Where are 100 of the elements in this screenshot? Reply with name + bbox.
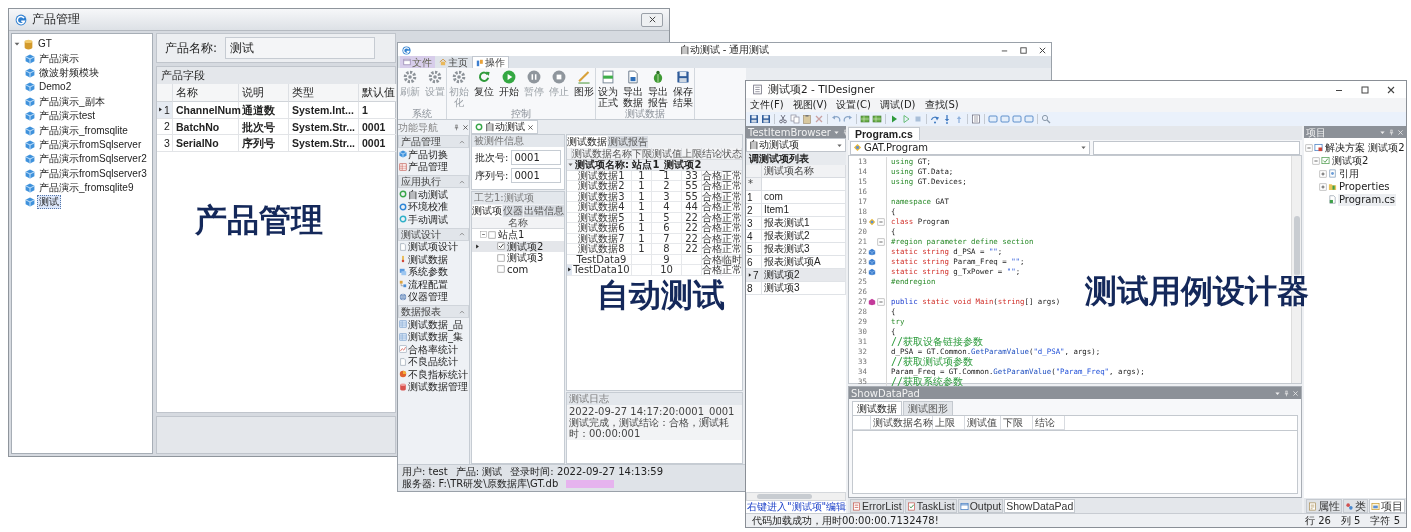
copy-icon[interactable] [790,114,800,124]
section-header[interactable]: 应用执行 [398,175,469,188]
table-cell[interactable]: com [762,191,846,204]
grid-icon[interactable] [872,114,882,124]
nav-item[interactable]: 系统参数 [398,265,469,278]
nav-item[interactable]: 自动测试 [398,188,469,201]
class-dropdown[interactable]: GAT.Program [850,140,1090,155]
clipboard-icon[interactable] [802,114,812,124]
step-into-icon[interactable] [942,114,952,124]
tree-item[interactable]: 产品演示_fromsqlite9 [37,181,136,196]
nav-item[interactable]: 环境校准 [398,200,469,213]
tree-item[interactable]: 站点1 [497,229,526,241]
undo-icon[interactable] [831,114,841,124]
tree-item[interactable]: 产品演示 [37,51,81,66]
caret-icon[interactable] [1274,389,1281,397]
tab[interactable]: 测试项 [472,205,502,217]
member-dropdown[interactable] [1093,140,1300,155]
save-icon[interactable] [761,114,771,124]
search-icon[interactable] [1041,114,1051,124]
ribbon-tab[interactable]: 文件 [400,56,435,68]
tab[interactable]: 测试图形 [903,401,953,415]
caret-icon[interactable] [567,161,574,168]
tab[interactable]: 测试数据 [852,401,902,415]
tree-item[interactable]: 产品演示_fromsqlite [37,123,130,138]
nav-item[interactable]: 测试数据管理 [398,380,469,393]
ribbon-button[interactable]: 设为正式 [597,70,618,108]
tab[interactable]: TaskList [904,499,957,513]
nav-item[interactable]: 产品管理 [398,160,469,173]
nav-item[interactable]: 测试数据 [398,253,469,266]
table-cell[interactable]: 报表测试1 [762,217,846,230]
checkbox[interactable] [488,230,496,239]
tree-item[interactable]: com [506,263,530,275]
nav-item[interactable]: 产品切换 [398,148,469,161]
tab[interactable]: 仪器 [503,205,523,217]
step-out-icon[interactable] [954,114,964,124]
redo-icon[interactable] [843,114,853,124]
close-icon[interactable] [1386,84,1396,95]
table-cell[interactable]: 测试项2 [762,269,846,282]
tree-item[interactable]: 微波射频模块 [37,65,101,80]
play-icon[interactable] [889,114,899,124]
tree-item[interactable]: 引用 [1338,167,1360,180]
collapse-icon[interactable] [480,231,487,239]
tree-item[interactable]: 解决方案 测试项2 [1324,141,1406,154]
pin-icon[interactable] [453,123,460,131]
tree-item[interactable]: 产品演示fromSqlserver [37,137,144,152]
collapse-icon[interactable] [877,238,885,246]
nav-item[interactable]: 合格率统计 [398,343,469,356]
nav-item[interactable]: 不良品统计 [398,355,469,368]
document-tab[interactable]: 自动测试 [471,120,538,134]
collapse-icon[interactable] [1312,156,1320,165]
ribbon-button[interactable]: 图形 [573,70,594,97]
table-cell[interactable]: 报表测试3 [762,243,846,256]
tree-item[interactable]: Demo2 [37,80,74,95]
tab[interactable]: 属性 [1306,499,1342,513]
delete-icon[interactable] [814,114,824,124]
nav-item[interactable]: 仪器管理 [398,290,469,303]
section-header[interactable]: 产品管理 [398,135,469,148]
section-header[interactable]: 数据报表 [398,305,469,318]
close-icon[interactable] [527,123,534,131]
close-button[interactable] [641,12,663,27]
tab[interactable]: ErrorList [850,499,904,513]
table-cell[interactable]: Item1 [762,204,846,217]
table-cell[interactable]: 报表测试2 [762,230,846,243]
maximize-icon[interactable] [1019,45,1028,55]
tree-item[interactable]: 产品演示fromSqlserver2 [37,152,149,167]
grid-icon[interactable] [860,114,870,124]
tree-item[interactable]: Properties [1338,180,1391,193]
nav-item[interactable]: 测试项设计 [398,240,469,253]
tab[interactable]: 出错信息 [524,205,564,217]
nav-item[interactable]: 流程配置 [398,278,469,291]
checkbox[interactable] [497,242,505,251]
input-field[interactable]: 0001 [511,168,561,183]
tree-item[interactable]: 测试 [37,195,61,210]
tab[interactable]: 测试数据 [567,136,607,148]
menu-item[interactable]: 查找(S) [924,98,959,112]
nav-item[interactable]: 不良指标统计 [398,368,469,381]
tab[interactable]: 类 [1343,499,1368,513]
collapse-icon[interactable] [877,218,885,226]
nav-item[interactable]: 测试数据_品 [398,318,469,331]
nav-item[interactable]: 手动调试 [398,213,469,226]
close-icon[interactable] [1038,45,1047,55]
ribbon-button[interactable]: 导出报告 [647,70,668,108]
ribbon-tab[interactable]: 操作 [472,56,509,68]
collapse-icon[interactable] [877,298,885,306]
tree-item[interactable]: 测试项3 [506,252,545,264]
ribbon-button[interactable]: 导出数据 [622,70,643,108]
ribbon-button[interactable]: 复位 [473,70,494,97]
expand-icon[interactable] [1319,169,1327,178]
dropdown[interactable]: 自动测试项 [746,138,846,152]
tree-item[interactable]: 产品演示fromSqlserver3 [37,166,149,181]
scissors-icon[interactable] [778,114,788,124]
ribbon-button[interactable]: 开始 [498,70,519,97]
close-icon[interactable] [462,123,469,131]
tab[interactable]: 项目 [1369,499,1405,513]
play-outline-icon[interactable] [901,114,911,124]
collapse-icon[interactable] [1305,143,1313,152]
tree-item[interactable]: 产品演示_副本 [37,94,107,109]
list-icon[interactable] [971,114,981,124]
tree-item[interactable]: 产品演示test [37,109,98,124]
caret-icon[interactable] [1379,128,1386,136]
